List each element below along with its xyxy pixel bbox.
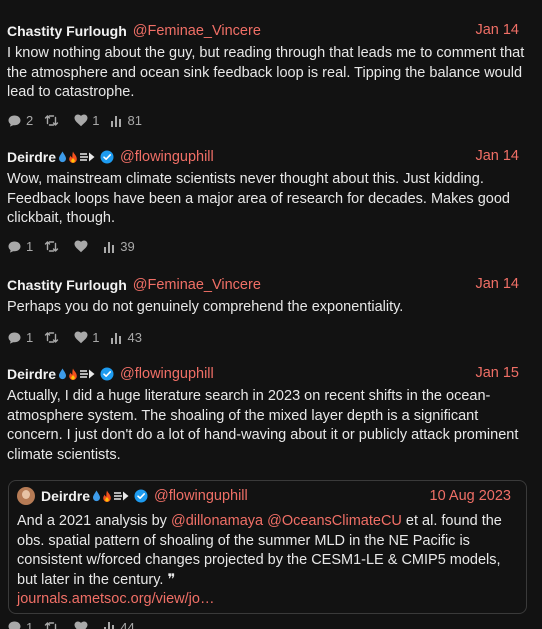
reply-icon bbox=[8, 332, 21, 344]
repost-button[interactable] bbox=[44, 114, 63, 127]
post[interactable]: Chastity Furlough @Feminae_Vincere Jan 1… bbox=[0, 275, 542, 347]
post[interactable]: Deirdre @flowinguphill Jan 14 Wow, mains… bbox=[0, 147, 542, 256]
quoted-post-text: And a 2021 analysis by @dillonamaya @Oce… bbox=[17, 512, 518, 610]
repost-icon bbox=[45, 621, 59, 629]
text-segment: And a 2021 analysis by bbox=[17, 513, 171, 529]
like-count: 1 bbox=[92, 330, 100, 345]
reply-button[interactable]: 2 bbox=[7, 113, 33, 128]
post[interactable]: Deirdre @flowinguphill Jan 15 Actually, … bbox=[0, 364, 542, 465]
post-header: Chastity Furlough @Feminae_Vincere Jan 1… bbox=[7, 21, 535, 41]
like-button[interactable]: 1 bbox=[74, 330, 99, 345]
avatar[interactable] bbox=[17, 487, 35, 505]
repost-button[interactable] bbox=[44, 240, 63, 253]
name-emojis bbox=[91, 490, 131, 503]
like-icon bbox=[74, 621, 88, 629]
views-count: 39 bbox=[120, 239, 135, 254]
reply-icon bbox=[8, 621, 21, 629]
repost-icon bbox=[45, 241, 59, 252]
reply-count: 1 bbox=[26, 330, 34, 345]
quoted-post[interactable]: Deirdre @flowinguphill 10 Aug 2023 And a… bbox=[8, 480, 527, 614]
views-icon bbox=[104, 622, 115, 629]
verified-badge-icon bbox=[100, 367, 114, 381]
post-text: Wow, mainstream climate scientists never… bbox=[7, 171, 510, 226]
author-name[interactable]: Chastity Furlough bbox=[7, 23, 127, 39]
post[interactable]: Chastity Furlough @Feminae_Vincere Jan 1… bbox=[0, 21, 542, 130]
name-emojis bbox=[57, 368, 97, 381]
post-date[interactable]: Jan 15 bbox=[475, 365, 519, 381]
mention-link[interactable]: @dillonamaya bbox=[171, 513, 263, 529]
fire-icon bbox=[103, 490, 111, 502]
fire-icon bbox=[69, 368, 77, 380]
views-icon bbox=[104, 241, 115, 253]
post-text: Actually, I did a huge literature search… bbox=[7, 388, 519, 463]
repost-icon bbox=[45, 115, 59, 126]
post-header: Chastity Furlough @Feminae_Vincere Jan 1… bbox=[7, 275, 535, 295]
views-button[interactable]: 43 bbox=[110, 330, 142, 345]
like-icon bbox=[74, 114, 88, 127]
like-count: 1 bbox=[92, 113, 100, 128]
quoted-post-header: Deirdre @flowinguphill 10 Aug 2023 bbox=[17, 485, 518, 507]
fire-icon bbox=[69, 151, 77, 163]
verified-badge-icon bbox=[100, 150, 114, 164]
arrow-icon bbox=[114, 491, 129, 501]
reply-button[interactable]: 1 bbox=[7, 239, 33, 254]
post-date[interactable]: Jan 14 bbox=[475, 276, 519, 292]
author-handle[interactable]: @Feminae_Vincere bbox=[133, 277, 261, 293]
post-actions: 1 1 43 bbox=[7, 329, 535, 347]
like-icon bbox=[74, 240, 88, 253]
reply-button[interactable]: 1 bbox=[7, 330, 33, 345]
author-name[interactable]: Deirdre bbox=[41, 488, 90, 504]
reply-count: 1 bbox=[26, 619, 34, 629]
water-drop-icon bbox=[93, 490, 101, 502]
reply-count: 1 bbox=[26, 239, 34, 254]
views-button[interactable]: 44 bbox=[103, 619, 135, 629]
like-button[interactable]: 1 bbox=[74, 113, 99, 128]
views-icon bbox=[111, 115, 122, 127]
post-date[interactable]: Jan 14 bbox=[475, 22, 519, 38]
repost-button[interactable] bbox=[44, 331, 63, 344]
author-name[interactable]: Deirdre bbox=[7, 366, 56, 382]
quote-mark: ❞ bbox=[167, 571, 176, 588]
reply-icon bbox=[8, 115, 21, 127]
mention-link[interactable]: @OceansClimateCU bbox=[267, 513, 402, 529]
views-button[interactable]: 81 bbox=[110, 113, 142, 128]
verified-badge-icon bbox=[134, 489, 148, 503]
like-button[interactable] bbox=[74, 240, 92, 253]
repost-button[interactable] bbox=[44, 621, 63, 629]
reply-icon bbox=[8, 241, 21, 253]
views-icon bbox=[111, 332, 122, 344]
water-drop-icon bbox=[59, 151, 67, 163]
reply-count: 2 bbox=[26, 113, 34, 128]
post-date[interactable]: 10 Aug 2023 bbox=[430, 488, 511, 504]
views-count: 44 bbox=[120, 619, 135, 629]
name-emojis bbox=[57, 151, 97, 164]
author-handle[interactable]: @flowinguphill bbox=[120, 149, 214, 165]
like-icon bbox=[74, 331, 88, 344]
arrow-icon bbox=[80, 369, 95, 379]
post-actions: 1 44 bbox=[7, 618, 535, 629]
post-date[interactable]: Jan 14 bbox=[475, 148, 519, 164]
reply-button[interactable]: 1 bbox=[7, 620, 33, 629]
author-handle[interactable]: @flowinguphill bbox=[120, 366, 214, 382]
author-name[interactable]: Deirdre bbox=[7, 149, 56, 165]
repost-icon bbox=[45, 332, 59, 343]
post-actions: 2 1 81 bbox=[7, 112, 535, 130]
author-handle[interactable]: @Feminae_Vincere bbox=[133, 23, 261, 39]
views-count: 81 bbox=[127, 113, 142, 128]
water-drop-icon bbox=[59, 368, 67, 380]
post-footer: 1 44 bbox=[0, 618, 542, 629]
post-actions: 1 39 bbox=[7, 238, 535, 256]
arrow-icon bbox=[80, 152, 95, 162]
article-link[interactable]: journals.ametsoc.org/view/jo… bbox=[17, 591, 214, 607]
author-handle[interactable]: @flowinguphill bbox=[154, 488, 248, 504]
post-text: I know nothing about the guy, but readin… bbox=[7, 45, 525, 100]
views-count: 43 bbox=[127, 330, 142, 345]
views-button[interactable]: 39 bbox=[103, 239, 135, 254]
post-header: Deirdre @flowinguphill Jan 15 bbox=[7, 364, 535, 384]
author-name[interactable]: Chastity Furlough bbox=[7, 277, 127, 293]
like-button[interactable] bbox=[74, 621, 92, 629]
post-text: Perhaps you do not genuinely comprehend … bbox=[7, 299, 404, 315]
reply-thread: Chastity Furlough @Feminae_Vincere Jan 1… bbox=[0, 0, 542, 629]
post-header: Deirdre @flowinguphill Jan 14 bbox=[7, 147, 535, 167]
